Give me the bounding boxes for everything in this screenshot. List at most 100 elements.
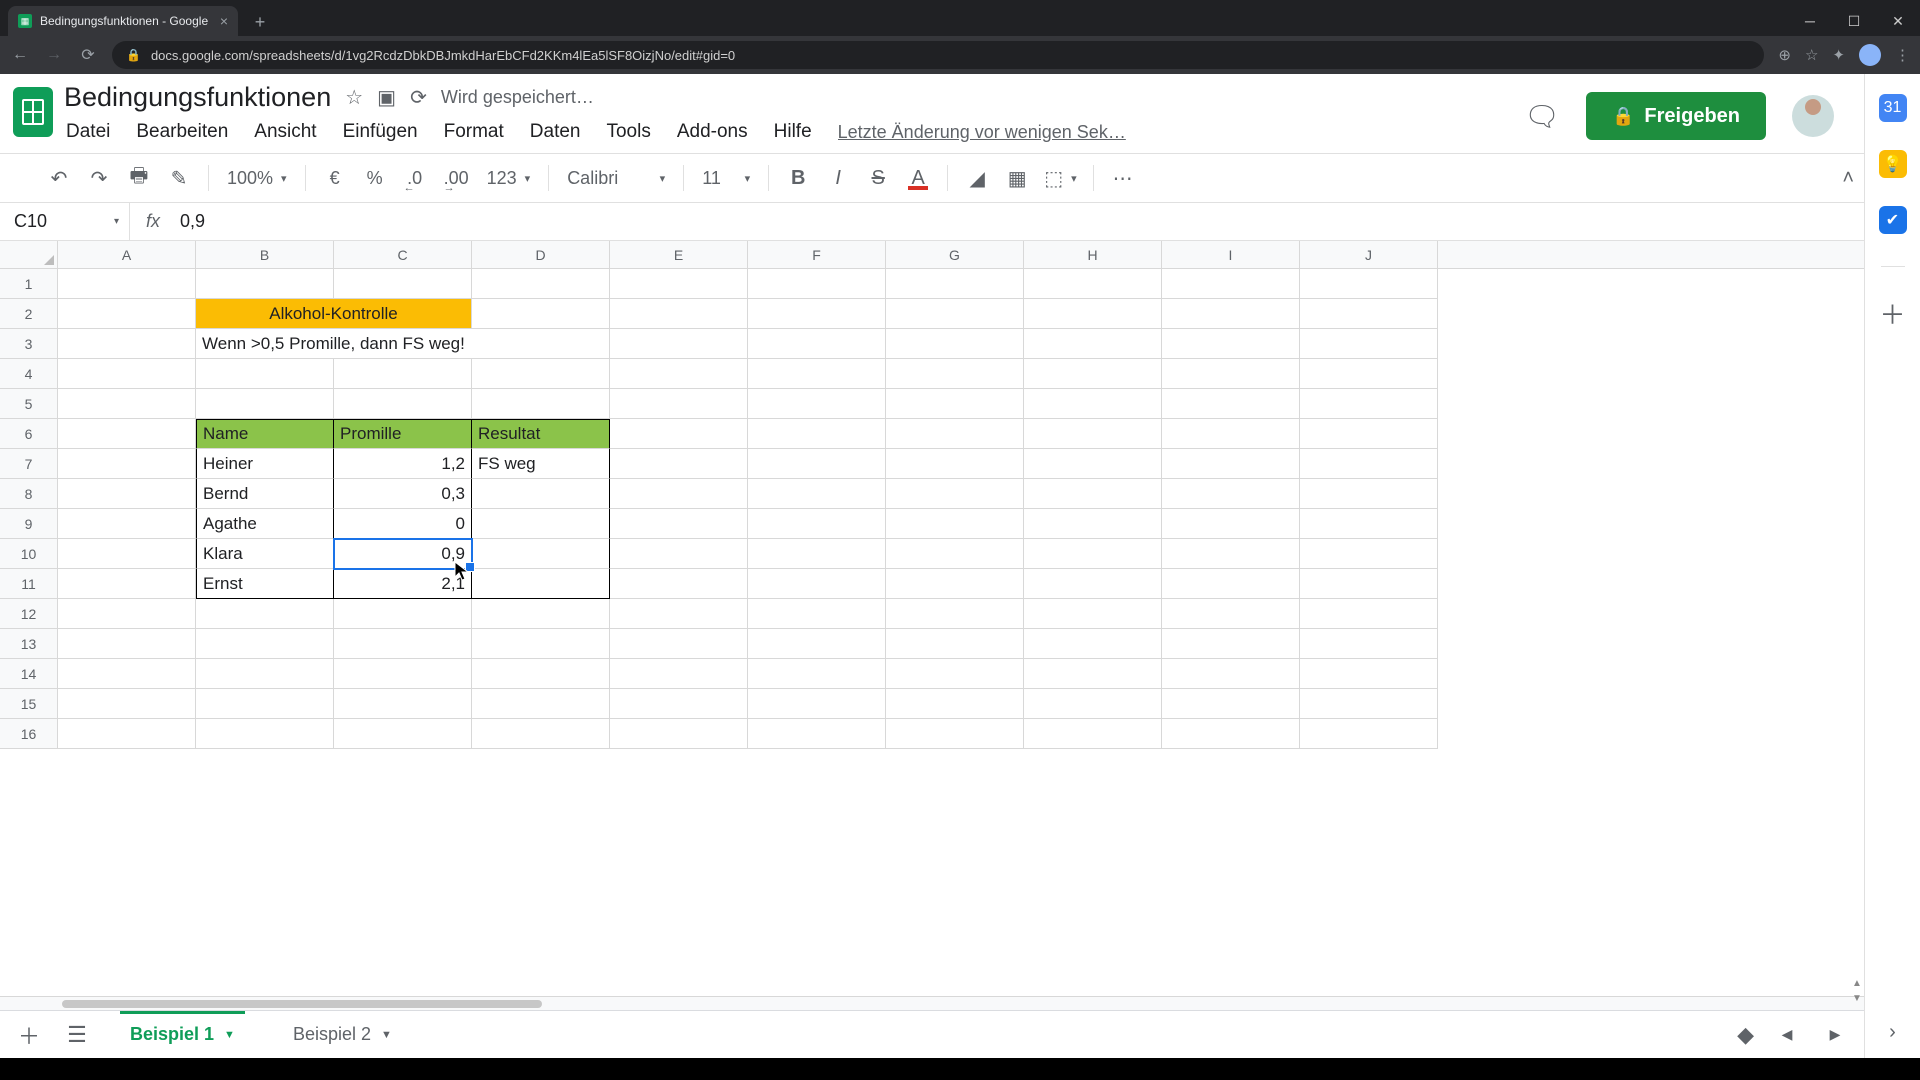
cell[interactable] xyxy=(58,359,196,389)
cell[interactable] xyxy=(1162,389,1300,419)
cell[interactable] xyxy=(196,659,334,689)
cell[interactable] xyxy=(58,509,196,539)
cell[interactable] xyxy=(196,269,334,299)
cell[interactable] xyxy=(610,299,748,329)
cell-resultat[interactable]: FS weg xyxy=(472,449,610,479)
account-avatar[interactable] xyxy=(1792,95,1834,137)
cell[interactable] xyxy=(610,719,748,749)
cell[interactable] xyxy=(610,629,748,659)
cell[interactable] xyxy=(1162,359,1300,389)
cell[interactable] xyxy=(748,419,886,449)
cell[interactable] xyxy=(1024,419,1162,449)
cell[interactable] xyxy=(472,629,610,659)
cell[interactable] xyxy=(610,449,748,479)
cell[interactable] xyxy=(58,419,196,449)
cell[interactable] xyxy=(748,659,886,689)
cell[interactable] xyxy=(1162,539,1300,569)
col-header-J[interactable]: J xyxy=(1300,241,1438,268)
cell[interactable] xyxy=(886,719,1024,749)
cell[interactable] xyxy=(334,389,472,419)
vertical-scrollbar[interactable]: ▲ ▼ xyxy=(1850,241,1864,1010)
cell[interactable] xyxy=(886,449,1024,479)
format-currency-button[interactable]: € xyxy=(318,161,352,195)
cell-name[interactable]: Klara xyxy=(196,539,334,569)
cell[interactable] xyxy=(1024,299,1162,329)
cell[interactable] xyxy=(1024,569,1162,599)
cell-resultat[interactable] xyxy=(472,509,610,539)
cell[interactable] xyxy=(1024,269,1162,299)
nav-forward-icon[interactable]: → xyxy=(44,46,64,64)
cell[interactable] xyxy=(610,689,748,719)
cell[interactable] xyxy=(58,299,196,329)
cell[interactable] xyxy=(748,329,886,359)
menu-view[interactable]: Ansicht xyxy=(254,121,316,143)
cell[interactable] xyxy=(1300,509,1438,539)
cell[interactable] xyxy=(886,629,1024,659)
cell-promille[interactable]: 2,1 xyxy=(334,569,472,599)
cell[interactable] xyxy=(58,479,196,509)
cell[interactable] xyxy=(1162,329,1300,359)
window-maximize-icon[interactable]: ☐ xyxy=(1832,6,1876,36)
row-header[interactable]: 6 xyxy=(0,419,58,449)
bold-button[interactable]: B xyxy=(781,161,815,195)
cell[interactable] xyxy=(334,359,472,389)
nav-reload-icon[interactable]: ⟳ xyxy=(78,45,98,65)
cell[interactable] xyxy=(886,269,1024,299)
cell[interactable] xyxy=(1024,599,1162,629)
last-edit-link[interactable]: Letzte Änderung vor wenigen Sek… xyxy=(838,122,1126,143)
menu-edit[interactable]: Bearbeiten xyxy=(136,121,228,143)
cell[interactable] xyxy=(748,479,886,509)
cell[interactable] xyxy=(196,719,334,749)
cell[interactable] xyxy=(472,269,610,299)
header-promille[interactable]: Promille xyxy=(334,419,472,449)
cell[interactable] xyxy=(196,629,334,659)
cell[interactable] xyxy=(610,359,748,389)
col-header-B[interactable]: B xyxy=(196,241,334,268)
move-icon[interactable]: ▣ xyxy=(377,85,396,110)
cell[interactable] xyxy=(1162,659,1300,689)
cell[interactable] xyxy=(1024,629,1162,659)
menu-addons[interactable]: Add-ons xyxy=(677,121,748,143)
nav-back-icon[interactable]: ← xyxy=(10,46,30,64)
cell[interactable] xyxy=(1300,629,1438,659)
cell[interactable] xyxy=(1300,569,1438,599)
name-box[interactable]: C10 xyxy=(0,203,130,240)
row-header[interactable]: 14 xyxy=(0,659,58,689)
scroll-up-icon[interactable]: ▲ xyxy=(1852,978,1862,989)
cell-name[interactable]: Bernd xyxy=(196,479,334,509)
italic-button[interactable]: I xyxy=(821,161,855,195)
cell[interactable] xyxy=(1162,569,1300,599)
cell[interactable] xyxy=(748,569,886,599)
row-header[interactable]: 10 xyxy=(0,539,58,569)
cell-name[interactable]: Ernst xyxy=(196,569,334,599)
cell[interactable] xyxy=(58,539,196,569)
cell[interactable] xyxy=(610,659,748,689)
cell[interactable] xyxy=(1162,299,1300,329)
cell[interactable] xyxy=(1024,659,1162,689)
borders-button[interactable]: ▦ xyxy=(1000,161,1034,195)
cell[interactable] xyxy=(1162,629,1300,659)
row-header[interactable]: 16 xyxy=(0,719,58,749)
horizontal-scrollbar[interactable] xyxy=(0,996,1864,1010)
cell[interactable] xyxy=(58,719,196,749)
close-tab-icon[interactable]: × xyxy=(220,13,228,29)
tasks-icon[interactable]: ✔ xyxy=(1879,206,1907,234)
all-sheets-button[interactable]: ☰ xyxy=(62,1022,92,1048)
cell[interactable] xyxy=(1024,329,1162,359)
cell[interactable] xyxy=(1300,359,1438,389)
format-percent-button[interactable]: % xyxy=(358,161,392,195)
star-icon[interactable]: ☆ xyxy=(345,85,363,110)
undo-button[interactable]: ↶ xyxy=(42,161,76,195)
formula-input[interactable]: 0,9 xyxy=(176,211,1864,232)
cell-resultat[interactable] xyxy=(472,479,610,509)
cell[interactable] xyxy=(1162,479,1300,509)
merge-cells-button[interactable]: ⬚ xyxy=(1040,161,1080,195)
cell[interactable] xyxy=(1024,719,1162,749)
increase-decimals-button[interactable]: .00→ xyxy=(438,161,475,195)
cell[interactable] xyxy=(748,299,886,329)
cell[interactable] xyxy=(472,299,610,329)
sheet-tab-2-menu-icon[interactable]: ▼ xyxy=(381,1029,392,1041)
extensions-icon[interactable]: ✦ xyxy=(1832,46,1845,64)
sheet-tab-1[interactable]: Beispiel 1 ▼ xyxy=(110,1011,255,1058)
comments-icon[interactable]: 🗨 xyxy=(1524,98,1560,134)
